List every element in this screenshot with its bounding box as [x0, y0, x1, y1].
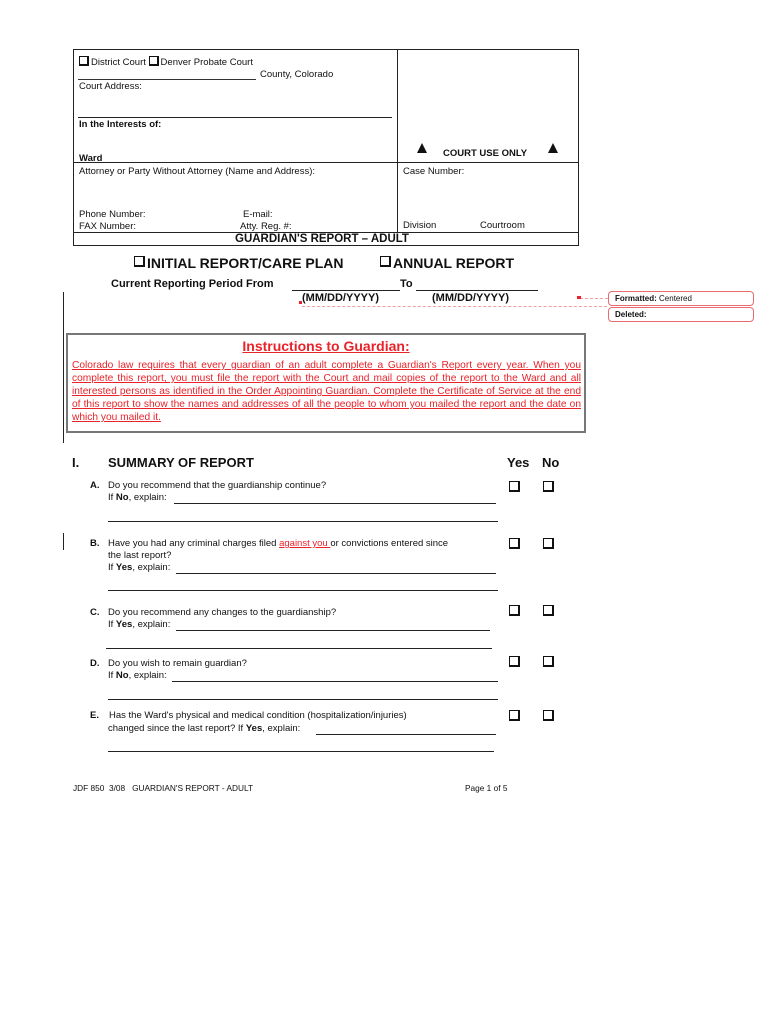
county-blank	[78, 79, 256, 80]
comment-anchor	[577, 296, 581, 299]
attorney-row-rule	[73, 162, 579, 163]
question-letter: B.	[90, 538, 100, 549]
question-text: Do you recommend any changes to the guar…	[108, 607, 337, 618]
change-bar	[63, 533, 64, 550]
explain-field[interactable]	[316, 734, 496, 735]
question-text: Do you wish to remain guardian?	[108, 658, 247, 669]
triangle-up-icon	[548, 143, 558, 153]
explain-field[interactable]	[174, 503, 496, 504]
division-label: Division	[403, 220, 437, 231]
comment-connector	[580, 298, 608, 299]
question-letter: A.	[90, 480, 100, 491]
initial-report-option[interactable]: INITIAL REPORT/CARE PLAN	[134, 255, 344, 272]
county-label: County, Colorado	[260, 69, 334, 80]
comment-connector	[302, 306, 607, 307]
yes-checkbox[interactable]	[509, 656, 520, 667]
yes-checkbox[interactable]	[509, 538, 520, 549]
interests-rule	[78, 117, 392, 118]
email-label: E-mail:	[243, 209, 273, 220]
question-text: Do you recommend that the guardianship c…	[108, 480, 327, 491]
form-title: GUARDIAN'S REPORT – ADULT	[235, 233, 409, 245]
reporting-period-label: Current Reporting Period From	[111, 278, 274, 290]
attorney-label: Attorney or Party Without Attorney (Name…	[79, 166, 316, 177]
district-court-option[interactable]: District Court	[79, 56, 146, 68]
annual-report-option[interactable]: ANNUAL REPORT	[380, 255, 514, 272]
explain-field-line2[interactable]	[108, 699, 498, 700]
comment-formatted[interactable]: Formatted: Centered	[608, 291, 754, 306]
question-letter: C.	[90, 607, 100, 618]
explain-label: changed since the last report? If Yes, e…	[108, 723, 301, 734]
no-checkbox[interactable]	[543, 538, 554, 549]
change-marker	[299, 301, 302, 304]
denver-probate-court-option[interactable]: Denver Probate Court	[148, 56, 253, 68]
explain-label: If No, explain:	[108, 670, 167, 681]
period-to-field[interactable]	[416, 290, 538, 291]
caption-divider	[397, 49, 398, 232]
page-number: Page 1 of 5	[465, 783, 508, 793]
instructions-box: Instructions to Guardian: Colorado law r…	[66, 333, 586, 433]
question-letter: D.	[90, 658, 100, 669]
yes-header: Yes	[507, 455, 530, 470]
case-number-label: Case Number:	[403, 166, 465, 177]
caption-top-border	[73, 49, 579, 50]
courtroom-label: Courtroom	[480, 220, 525, 231]
court-use-only-label: COURT USE ONLY	[443, 148, 528, 159]
no-checkbox[interactable]	[543, 481, 554, 492]
checkbox-icon[interactable]	[148, 56, 159, 66]
comment-deleted[interactable]: Deleted:	[608, 307, 754, 322]
yes-checkbox[interactable]	[509, 605, 520, 616]
question-text-line2: the last report?	[108, 550, 172, 561]
yes-checkbox[interactable]	[509, 710, 520, 721]
date-format-to: (MM/DD/YYYY)	[432, 292, 509, 304]
checkbox-icon[interactable]	[79, 56, 89, 66]
question-letter: E.	[90, 710, 99, 721]
explain-label: If Yes, explain:	[108, 562, 171, 573]
interests-label: In the Interests of:	[79, 119, 162, 130]
period-from-field[interactable]	[292, 290, 400, 291]
instructions-title: Instructions to Guardian:	[242, 338, 410, 354]
no-checkbox[interactable]	[543, 656, 554, 667]
question-text: Have you had any criminal charges filed …	[108, 538, 449, 549]
footer-form-info: JDF 850 3/08 GUARDIAN'S REPORT - ADULT	[73, 783, 254, 793]
no-checkbox[interactable]	[543, 710, 554, 721]
yes-checkbox[interactable]	[509, 481, 520, 492]
section-title: SUMMARY OF REPORT	[108, 455, 254, 470]
change-bar	[63, 292, 64, 443]
explain-field[interactable]	[176, 630, 490, 631]
court-address-label: Court Address:	[79, 81, 142, 92]
atty-reg-label: Atty. Reg. #:	[240, 221, 292, 232]
explain-field-line2[interactable]	[106, 648, 492, 649]
court-options: District Court Denver Probate Court	[79, 56, 253, 69]
section-number: I.	[72, 455, 80, 470]
caption-right-border	[578, 49, 579, 245]
explain-label: If No, explain:	[108, 492, 167, 503]
explain-field[interactable]	[176, 573, 496, 574]
explain-field-line2[interactable]	[108, 751, 494, 752]
explain-field-line2[interactable]	[108, 521, 498, 522]
to-label: To	[400, 278, 413, 290]
caption-left-border	[73, 49, 74, 245]
explain-field-line2[interactable]	[108, 590, 498, 591]
triangle-up-icon	[417, 143, 427, 153]
checkbox-icon[interactable]	[134, 256, 145, 267]
explain-label: If Yes, explain:	[108, 619, 171, 630]
instructions-body: Colorado law requires that every guardia…	[72, 360, 581, 423]
question-text: Has the Ward's physical and medical cond…	[109, 710, 407, 721]
inserted-text: against you	[279, 538, 331, 549]
explain-field[interactable]	[172, 681, 498, 682]
checkbox-icon[interactable]	[380, 256, 391, 267]
ward-label: Ward	[79, 153, 103, 164]
date-format-from: (MM/DD/YYYY)	[302, 292, 379, 304]
phone-label: Phone Number:	[79, 209, 146, 220]
no-header: No	[542, 455, 560, 470]
fax-label: FAX Number:	[79, 221, 137, 232]
no-checkbox[interactable]	[543, 605, 554, 616]
